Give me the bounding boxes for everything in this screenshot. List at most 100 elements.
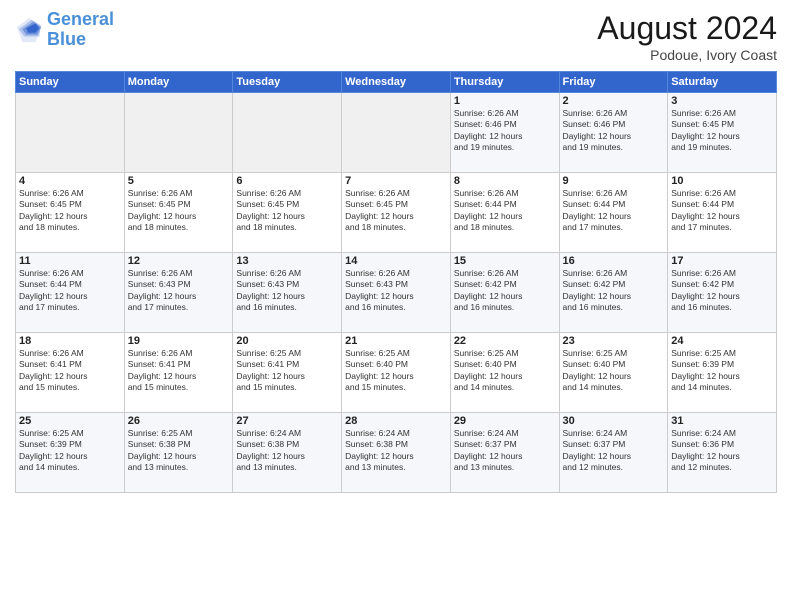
day-cell-19: 15Sunrise: 6:26 AM Sunset: 6:42 PM Dayli…: [450, 253, 559, 333]
day-info: Sunrise: 6:26 AM Sunset: 6:41 PM Dayligh…: [128, 348, 230, 394]
day-number: 21: [345, 335, 447, 347]
day-number: 23: [563, 335, 665, 347]
day-number: 26: [128, 415, 230, 427]
day-info: Sunrise: 6:26 AM Sunset: 6:45 PM Dayligh…: [128, 188, 230, 234]
day-number: 2: [563, 95, 665, 107]
day-cell-24: 20Sunrise: 6:25 AM Sunset: 6:41 PM Dayli…: [233, 333, 342, 413]
day-cell-30: 26Sunrise: 6:25 AM Sunset: 6:38 PM Dayli…: [124, 413, 233, 493]
week-row-1: 1Sunrise: 6:26 AM Sunset: 6:46 PM Daylig…: [16, 93, 777, 173]
logo-blue: Blue: [47, 29, 86, 49]
day-number: 25: [19, 415, 121, 427]
day-info: Sunrise: 6:26 AM Sunset: 6:45 PM Dayligh…: [345, 188, 447, 234]
day-info: Sunrise: 6:26 AM Sunset: 6:43 PM Dayligh…: [236, 268, 338, 314]
day-number: 24: [671, 335, 773, 347]
calendar-table: Sunday Monday Tuesday Wednesday Thursday…: [15, 71, 777, 493]
day-cell-27: 23Sunrise: 6:25 AM Sunset: 6:40 PM Dayli…: [559, 333, 668, 413]
day-cell-22: 18Sunrise: 6:26 AM Sunset: 6:41 PM Dayli…: [16, 333, 125, 413]
day-cell-12: 8Sunrise: 6:26 AM Sunset: 6:44 PM Daylig…: [450, 173, 559, 253]
logo: General Blue: [15, 10, 114, 50]
day-cell-10: 6Sunrise: 6:26 AM Sunset: 6:45 PM Daylig…: [233, 173, 342, 253]
header-sunday: Sunday: [16, 72, 125, 93]
day-cell-3: [233, 93, 342, 173]
day-info: Sunrise: 6:26 AM Sunset: 6:42 PM Dayligh…: [671, 268, 773, 314]
day-info: Sunrise: 6:24 AM Sunset: 6:38 PM Dayligh…: [345, 428, 447, 474]
day-cell-21: 17Sunrise: 6:26 AM Sunset: 6:42 PM Dayli…: [668, 253, 777, 333]
day-info: Sunrise: 6:24 AM Sunset: 6:36 PM Dayligh…: [671, 428, 773, 474]
header-saturday: Saturday: [668, 72, 777, 93]
day-number: 1: [454, 95, 556, 107]
day-number: 29: [454, 415, 556, 427]
week-row-3: 11Sunrise: 6:26 AM Sunset: 6:44 PM Dayli…: [16, 253, 777, 333]
day-cell-11: 7Sunrise: 6:26 AM Sunset: 6:45 PM Daylig…: [342, 173, 451, 253]
day-number: 20: [236, 335, 338, 347]
day-number: 11: [19, 255, 121, 267]
day-info: Sunrise: 6:25 AM Sunset: 6:41 PM Dayligh…: [236, 348, 338, 394]
day-number: 27: [236, 415, 338, 427]
day-info: Sunrise: 6:26 AM Sunset: 6:45 PM Dayligh…: [236, 188, 338, 234]
day-cell-6: 2Sunrise: 6:26 AM Sunset: 6:46 PM Daylig…: [559, 93, 668, 173]
header-tuesday: Tuesday: [233, 72, 342, 93]
day-cell-8: 4Sunrise: 6:26 AM Sunset: 6:45 PM Daylig…: [16, 173, 125, 253]
day-number: 5: [128, 175, 230, 187]
day-info: Sunrise: 6:26 AM Sunset: 6:45 PM Dayligh…: [671, 108, 773, 154]
month-year: August 2024: [597, 10, 777, 47]
location: Podoue, Ivory Coast: [597, 47, 777, 63]
day-cell-33: 29Sunrise: 6:24 AM Sunset: 6:37 PM Dayli…: [450, 413, 559, 493]
day-number: 19: [128, 335, 230, 347]
day-info: Sunrise: 6:25 AM Sunset: 6:39 PM Dayligh…: [19, 428, 121, 474]
page: General Blue August 2024 Podoue, Ivory C…: [0, 0, 792, 612]
day-cell-35: 31Sunrise: 6:24 AM Sunset: 6:36 PM Dayli…: [668, 413, 777, 493]
header-monday: Monday: [124, 72, 233, 93]
day-info: Sunrise: 6:26 AM Sunset: 6:44 PM Dayligh…: [19, 268, 121, 314]
day-info: Sunrise: 6:26 AM Sunset: 6:44 PM Dayligh…: [671, 188, 773, 234]
week-row-4: 18 Sunrise: 6:26 AM Sunset: 6:41 PM Dayli…: [16, 333, 777, 413]
day-info: Sunrise: 6:26 AM Sunset: 6:42 PM Dayligh…: [454, 268, 556, 314]
day-cell-32: 28Sunrise: 6:24 AM Sunset: 6:38 PM Dayli…: [342, 413, 451, 493]
logo-icon: [15, 16, 43, 44]
week-row-2: 4Sunrise: 6:26 AM Sunset: 6:45 PM Daylig…: [16, 173, 777, 253]
day-cell-4: [342, 93, 451, 173]
day-number: 14: [345, 255, 447, 267]
day-cell-1: [16, 93, 125, 173]
day-info: Sunrise: 6:26 AM Sunset: 6:46 PM Dayligh…: [454, 108, 556, 154]
day-cell-16: 12Sunrise: 6:26 AM Sunset: 6:43 PM Dayli…: [124, 253, 233, 333]
day-info: Sunrise: 6:26 AM Sunset: 6:44 PM Dayligh…: [563, 188, 665, 234]
week-row-5: 25Sunrise: 6:25 AM Sunset: 6:39 PM Dayli…: [16, 413, 777, 493]
day-info: Sunrise: 6:26 AM Sunset: 6:43 PM Dayligh…: [128, 268, 230, 314]
day-cell-20: 16Sunrise: 6:26 AM Sunset: 6:42 PM Dayli…: [559, 253, 668, 333]
day-number: 30: [563, 415, 665, 427]
calendar-header: Sunday Monday Tuesday Wednesday Thursday…: [16, 72, 777, 93]
header-wednesday: Wednesday: [342, 72, 451, 93]
day-cell-9: 5Sunrise: 6:26 AM Sunset: 6:45 PM Daylig…: [124, 173, 233, 253]
day-cell-31: 27Sunrise: 6:24 AM Sunset: 6:38 PM Dayli…: [233, 413, 342, 493]
day-number: 28: [345, 415, 447, 427]
day-number: 7: [345, 175, 447, 187]
day-number: 18: [19, 335, 121, 347]
day-cell-23: 19Sunrise: 6:26 AM Sunset: 6:41 PM Dayli…: [124, 333, 233, 413]
day-info: Sunrise: 6:26 AM Sunset: 6:42 PM Dayligh…: [563, 268, 665, 314]
day-number: 16: [563, 255, 665, 267]
day-info: Sunrise: 6:24 AM Sunset: 6:38 PM Dayligh…: [236, 428, 338, 474]
day-cell-13: 9Sunrise: 6:26 AM Sunset: 6:44 PM Daylig…: [559, 173, 668, 253]
day-info: Sunrise: 6:26 AM Sunset: 6:44 PM Dayligh…: [454, 188, 556, 234]
day-number: 6: [236, 175, 338, 187]
day-number: 9: [563, 175, 665, 187]
day-number: 8: [454, 175, 556, 187]
day-cell-25: 21Sunrise: 6:25 AM Sunset: 6:40 PM Dayli…: [342, 333, 451, 413]
header-friday: Friday: [559, 72, 668, 93]
day-number: 31: [671, 415, 773, 427]
logo-text: General Blue: [47, 10, 114, 50]
header-row: Sunday Monday Tuesday Wednesday Thursday…: [16, 72, 777, 93]
day-info: Sunrise: 6:26 AM Sunset: 6:45 PM Dayligh…: [19, 188, 121, 234]
day-info: Sunrise: 6:25 AM Sunset: 6:40 PM Dayligh…: [454, 348, 556, 394]
day-number: 15: [454, 255, 556, 267]
day-cell-17: 13Sunrise: 6:26 AM Sunset: 6:43 PM Dayli…: [233, 253, 342, 333]
day-number: 22: [454, 335, 556, 347]
day-info: Sunrise: 6:25 AM Sunset: 6:38 PM Dayligh…: [128, 428, 230, 474]
day-number: 10: [671, 175, 773, 187]
day-info: Sunrise: 6:25 AM Sunset: 6:40 PM Dayligh…: [563, 348, 665, 394]
header-thursday: Thursday: [450, 72, 559, 93]
day-number: 13: [236, 255, 338, 267]
day-cell-28: 24Sunrise: 6:25 AM Sunset: 6:39 PM Dayli…: [668, 333, 777, 413]
day-number: 3: [671, 95, 773, 107]
